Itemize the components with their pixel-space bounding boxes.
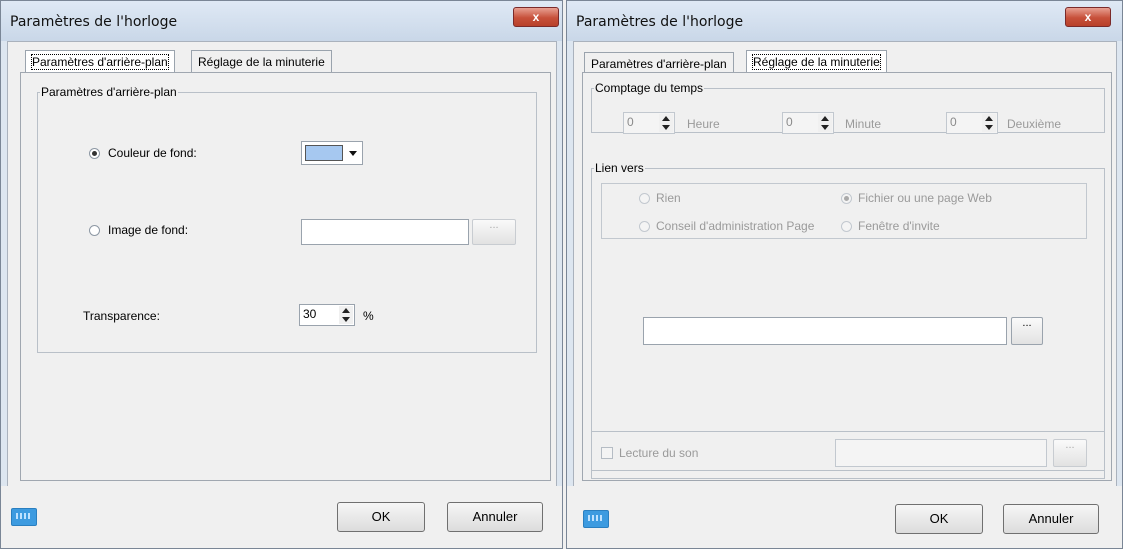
background-image-label[interactable]: Image de fond: <box>108 223 188 237</box>
link-board-page-label[interactable]: Conseil d'administration Page <box>656 219 814 233</box>
transparency-label: Transparence: <box>83 309 160 323</box>
link-none-radio[interactable] <box>639 193 650 204</box>
browse-label: ... <box>1065 439 1075 451</box>
transparency-spinner[interactable]: 30 <box>299 304 355 326</box>
tab-label: Paramètres d'arrière-plan <box>591 57 727 71</box>
transparency-value: 30 <box>303 307 317 321</box>
transparency-unit: % <box>363 309 374 323</box>
left-dialog: Paramètres de l'horloge x Paramètres d'a… <box>0 0 563 549</box>
left-titlebar[interactable]: Paramètres de l'horloge x <box>1 1 562 41</box>
close-icon: x <box>1084 10 1092 24</box>
right-ok-button[interactable]: OK <box>895 504 983 534</box>
right-titlebar[interactable]: Paramètres de l'horloge x <box>567 1 1122 41</box>
link-prompt-window-label[interactable]: Fenêtre d'invite <box>858 219 940 233</box>
sound-file-field[interactable] <box>835 439 1047 467</box>
spin-arrows-icon[interactable] <box>659 114 673 132</box>
keyboard-icon[interactable] <box>11 508 37 526</box>
second-value: 0 <box>950 115 957 129</box>
time-count-title: Comptage du temps <box>595 81 704 95</box>
ok-label: OK <box>371 509 391 524</box>
second-label: Deuxième <box>1007 117 1062 131</box>
link-none-label[interactable]: Rien <box>656 191 681 205</box>
background-color-label[interactable]: Couleur de fond: <box>108 146 197 160</box>
cancel-label: Annuler <box>1028 511 1074 526</box>
browse-label: ... <box>1022 317 1032 329</box>
right-tab-panel: Comptage du temps 0 Heure 0 Minute 0 Deu… <box>582 72 1112 481</box>
right-client-area: Paramètres d'arrière-plan Réglage de la … <box>573 41 1117 487</box>
background-image-browse-button[interactable]: ... <box>472 219 516 245</box>
hour-value: 0 <box>627 115 634 129</box>
right-cancel-button[interactable]: Annuler <box>1003 504 1099 534</box>
right-bottom-bar: OK Annuler <box>567 486 1122 548</box>
minute-spinner[interactable]: 0 <box>782 112 834 134</box>
minute-label: Minute <box>845 117 882 131</box>
spin-arrows-icon[interactable] <box>982 114 996 132</box>
right-tab-background[interactable]: Paramètres d'arrière-plan <box>584 52 734 74</box>
link-prompt-window-radio[interactable] <box>841 221 852 232</box>
chevron-down-icon <box>349 151 357 156</box>
browse-label: ... <box>489 219 499 231</box>
ok-label: OK <box>929 511 949 526</box>
right-dialog-title: Paramètres de l'horloge <box>576 14 744 30</box>
background-color-dropdown[interactable] <box>301 141 363 165</box>
play-sound-label[interactable]: Lecture du son <box>619 446 698 460</box>
link-board-page-radio[interactable] <box>639 221 650 232</box>
link-file-web-label[interactable]: Fichier ou une page Web <box>858 191 992 205</box>
left-bottom-bar: OK Annuler <box>1 486 562 548</box>
link-path-field[interactable] <box>643 317 1007 345</box>
left-client-area: Paramètres d'arrière-plan Réglage de la … <box>7 41 557 487</box>
right-tab-timer[interactable]: Réglage de la minuterie <box>746 50 887 72</box>
background-color-radio[interactable] <box>89 148 100 159</box>
right-close-button[interactable]: x <box>1065 7 1111 27</box>
keyboard-icon[interactable] <box>583 510 609 528</box>
tab-label: Réglage de la minuterie <box>198 55 325 69</box>
close-icon: x <box>532 10 540 24</box>
background-image-radio[interactable] <box>89 225 100 236</box>
left-tab-panel: Paramètres d'arrière-plan Couleur de fon… <box>20 72 551 481</box>
tab-label: Paramètres d'arrière-plan <box>31 54 169 70</box>
left-tab-timer[interactable]: Réglage de la minuterie <box>191 50 332 72</box>
left-dialog-title: Paramètres de l'horloge <box>10 14 178 30</box>
left-close-button[interactable]: x <box>513 7 559 27</box>
cancel-label: Annuler <box>472 509 518 524</box>
link-file-web-radio[interactable] <box>841 193 852 204</box>
right-dialog: Paramètres de l'horloge x Paramètres d'a… <box>566 0 1123 549</box>
spin-arrows-icon[interactable] <box>339 306 353 324</box>
left-cancel-button[interactable]: Annuler <box>447 502 543 532</box>
color-swatch <box>305 145 343 161</box>
link-group-title: Lien vers <box>595 161 644 175</box>
spin-arrows-icon[interactable] <box>818 114 832 132</box>
second-spinner[interactable]: 0 <box>946 112 998 134</box>
left-ok-button[interactable]: OK <box>337 502 425 532</box>
hour-label: Heure <box>687 117 720 131</box>
tab-label: Réglage de la minuterie <box>752 54 881 70</box>
left-tab-background[interactable]: Paramètres d'arrière-plan <box>25 50 175 72</box>
minute-value: 0 <box>786 115 793 129</box>
background-image-field[interactable] <box>301 219 469 245</box>
play-sound-checkbox[interactable] <box>601 447 613 459</box>
background-settings-group-title: Paramètres d'arrière-plan <box>41 85 177 99</box>
sound-browse-button[interactable]: ... <box>1053 439 1087 467</box>
hour-spinner[interactable]: 0 <box>623 112 675 134</box>
link-browse-button[interactable]: ... <box>1011 317 1043 345</box>
